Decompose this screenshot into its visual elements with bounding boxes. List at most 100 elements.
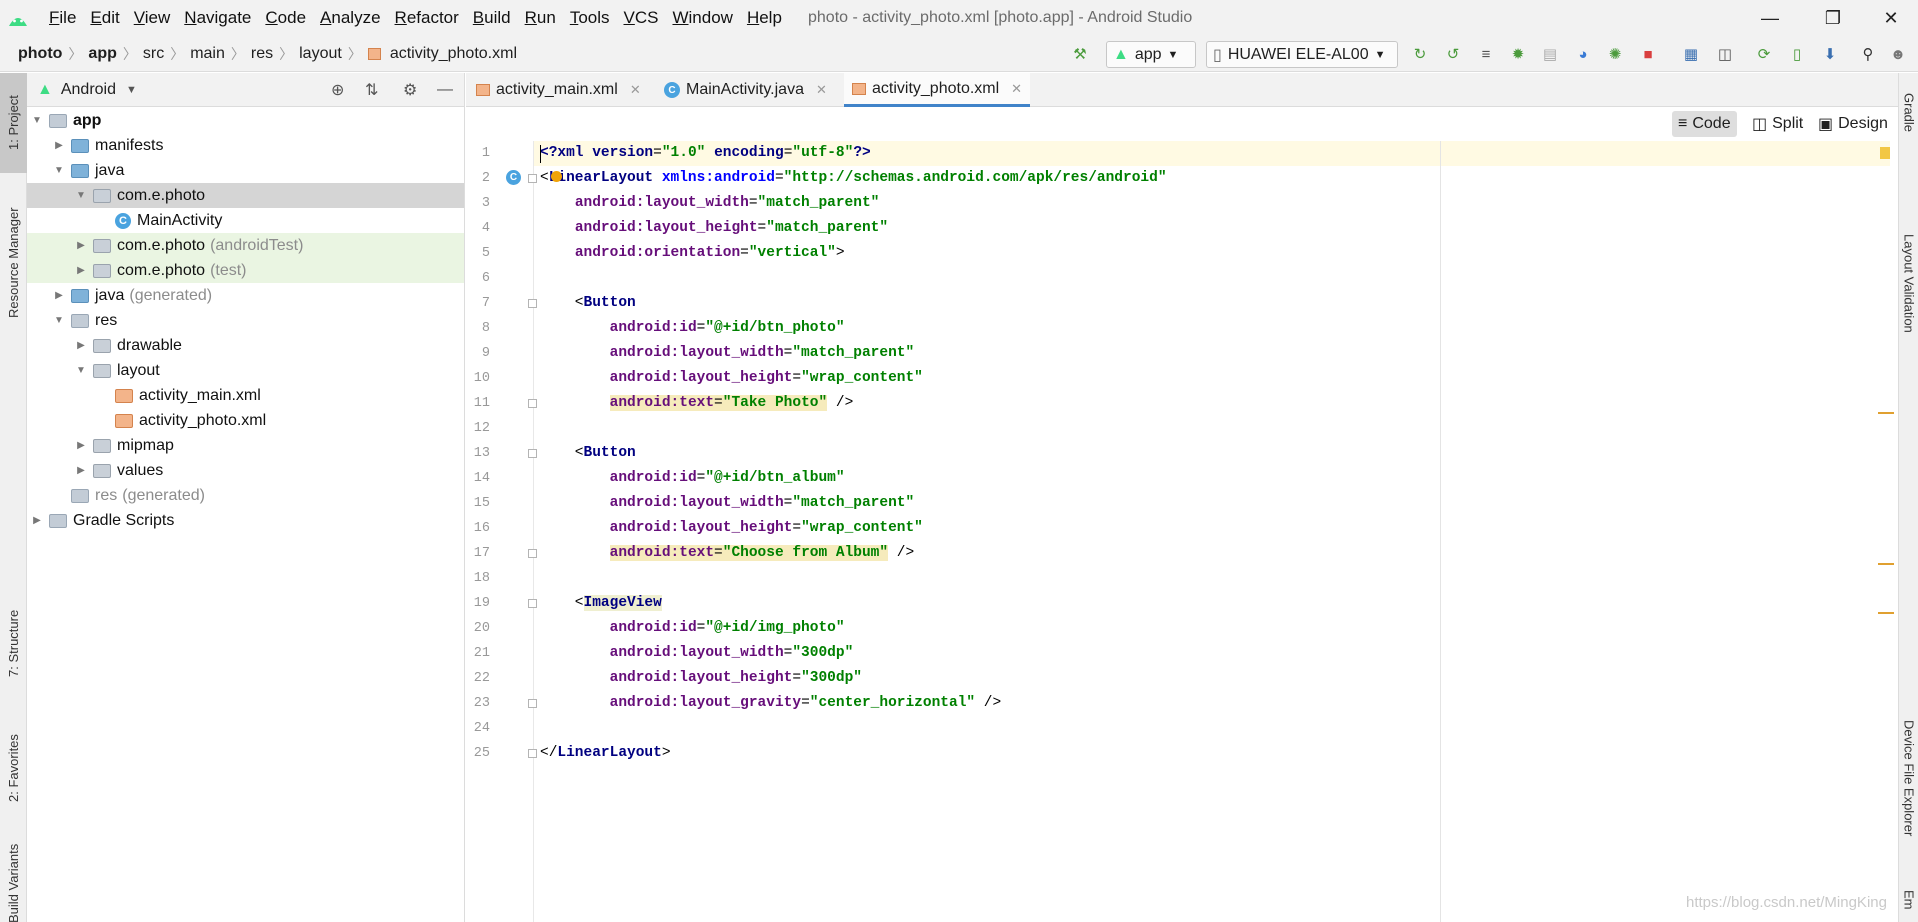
collapsed-arrow-icon[interactable]: ▶: [75, 465, 87, 476]
tab-favorites[interactable]: 2: Favorites: [0, 713, 27, 823]
avd-manager-icon[interactable]: ▯: [1787, 45, 1807, 63]
menu-item-refactor[interactable]: Refactor: [388, 8, 466, 28]
menu-item-run[interactable]: Run: [518, 8, 563, 28]
warning-marker[interactable]: [1878, 412, 1894, 414]
menu-item-code[interactable]: Code: [258, 8, 313, 28]
close-tab-icon[interactable]: ✕: [1011, 81, 1022, 97]
tab-build-variants[interactable]: Build Variants: [0, 843, 27, 922]
tree-item[interactable]: activity_main.xml: [27, 383, 464, 408]
account-icon[interactable]: ☻: [1888, 45, 1908, 63]
close-tab-icon[interactable]: ✕: [816, 82, 827, 98]
menu-item-analyze[interactable]: Analyze: [313, 8, 387, 28]
tree-item[interactable]: ▶ com.e.photo (test): [27, 258, 464, 283]
hide-icon[interactable]: —: [437, 81, 453, 99]
warning-marker[interactable]: [1878, 563, 1894, 565]
tree-item[interactable]: ▼ res: [27, 308, 464, 333]
menu-item-navigate[interactable]: Navigate: [177, 8, 258, 28]
debug-icon[interactable]: ✹: [1508, 45, 1528, 63]
tree-item[interactable]: ▼ layout: [27, 358, 464, 383]
warning-marker[interactable]: [1878, 612, 1894, 614]
apply-code-changes-icon[interactable]: ↺: [1443, 45, 1463, 63]
breadcrumb-item[interactable]: layout: [295, 45, 346, 63]
menu-item-view[interactable]: View: [127, 8, 178, 28]
stop-icon[interactable]: ■: [1638, 45, 1658, 63]
minimize-button[interactable]: —: [1747, 0, 1793, 36]
intention-bulb-icon[interactable]: [551, 171, 562, 182]
collapsed-arrow-icon[interactable]: ▶: [75, 340, 87, 351]
tree-item[interactable]: ▶ com.e.photo (androidTest): [27, 233, 464, 258]
run-config-select[interactable]: ▲ app ▼: [1106, 41, 1196, 68]
tab-structure[interactable]: 7: Structure: [0, 593, 27, 693]
menu-item-vcs[interactable]: VCS: [617, 8, 666, 28]
menu-item-file[interactable]: File: [42, 8, 83, 28]
gear-icon[interactable]: ⚙: [403, 80, 417, 100]
tree-item[interactable]: ▶ mipmap: [27, 433, 464, 458]
expanded-arrow-icon[interactable]: ▼: [53, 165, 65, 176]
code-editor[interactable]: <?xml version="1.0" encoding="utf-8"?> <L…: [534, 141, 1890, 922]
close-tab-icon[interactable]: ✕: [630, 82, 641, 98]
tree-item[interactable]: ▶ Gradle Scripts: [27, 508, 464, 533]
tree-item[interactable]: ▼ app: [27, 108, 464, 133]
breadcrumb-item[interactable]: activity_photo.xml: [386, 45, 521, 63]
menu-item-build[interactable]: Build: [466, 8, 518, 28]
menu-item-edit[interactable]: Edit: [83, 8, 126, 28]
device-select[interactable]: ▯ HUAWEI ELE-AL00 ▼: [1206, 41, 1398, 68]
sync-gradle-icon[interactable]: ⟳: [1754, 45, 1774, 63]
attach-debugger-icon[interactable]: ▤: [1540, 45, 1560, 63]
menu-item-help[interactable]: Help: [740, 8, 789, 28]
project-structure-icon[interactable]: ▦: [1681, 45, 1701, 63]
expanded-arrow-icon[interactable]: ▼: [31, 115, 43, 126]
terminal-icon[interactable]: ◫: [1715, 45, 1735, 63]
tab-mainactivity-java[interactable]: C MainActivity.java ✕: [656, 73, 835, 107]
chevron-down-icon[interactable]: ▼: [126, 84, 137, 96]
inspection-indicator[interactable]: [1880, 147, 1890, 159]
menu-item-tools[interactable]: Tools: [563, 8, 617, 28]
tab-project[interactable]: 1: Project: [0, 73, 27, 173]
tab-emulator[interactable]: Em: [1899, 878, 1918, 922]
tree-item[interactable]: ▶ java (generated): [27, 283, 464, 308]
breadcrumb-item[interactable]: photo: [14, 45, 66, 63]
expanded-arrow-icon[interactable]: ▼: [75, 190, 87, 201]
expanded-arrow-icon[interactable]: ▼: [75, 365, 87, 376]
collapsed-arrow-icon[interactable]: ▶: [75, 265, 87, 276]
collapsed-arrow-icon[interactable]: ▶: [53, 290, 65, 301]
tab-layout-validation[interactable]: Layout Validation: [1899, 183, 1918, 383]
tree-item[interactable]: activity_photo.xml: [27, 408, 464, 433]
tab-resource-manager[interactable]: Resource Manager: [0, 183, 27, 343]
related-class-icon[interactable]: C: [506, 170, 521, 185]
design-mode-button[interactable]: ▣ Design: [1812, 111, 1894, 137]
collapsed-arrow-icon[interactable]: ▶: [31, 515, 43, 526]
breadcrumb-item[interactable]: main: [186, 45, 229, 63]
attach-process-icon[interactable]: ✺: [1605, 45, 1625, 63]
code-mode-button[interactable]: ≡ Code: [1672, 111, 1737, 137]
project-view-select[interactable]: Android: [61, 81, 116, 99]
sdk-manager-icon[interactable]: ⬇: [1820, 45, 1840, 63]
tree-item[interactable]: ▼ com.e.photo: [27, 183, 464, 208]
collapsed-arrow-icon[interactable]: ▶: [53, 140, 65, 151]
breadcrumb-item[interactable]: src: [139, 45, 168, 63]
tab-device-file-explorer[interactable]: Device File Explorer: [1899, 693, 1918, 863]
menu-item-window[interactable]: Window: [665, 8, 739, 28]
locate-icon[interactable]: ⊕: [331, 80, 344, 100]
tab-activity-main-xml[interactable]: activity_main.xml ✕: [468, 73, 649, 107]
tree-item[interactable]: ▶ drawable: [27, 333, 464, 358]
tree-item[interactable]: res (generated): [27, 483, 464, 508]
breadcrumb-item[interactable]: app: [84, 45, 120, 63]
profile-icon[interactable]: ◕: [1573, 45, 1593, 63]
tree-item[interactable]: ▶ values: [27, 458, 464, 483]
expanded-arrow-icon[interactable]: ▼: [53, 315, 65, 326]
tab-activity-photo-xml[interactable]: activity_photo.xml ✕: [844, 73, 1031, 107]
logcat-icon[interactable]: ≡: [1476, 45, 1496, 63]
collapsed-arrow-icon[interactable]: ▶: [75, 240, 87, 251]
breadcrumb-item[interactable]: res: [247, 45, 277, 63]
close-button[interactable]: ✕: [1868, 0, 1914, 36]
restore-button[interactable]: ❐: [1810, 0, 1856, 36]
collapsed-arrow-icon[interactable]: ▶: [75, 440, 87, 451]
tab-gradle[interactable]: Gradle: [1899, 73, 1918, 153]
split-mode-button[interactable]: ◫ Split: [1746, 111, 1809, 137]
search-icon[interactable]: ⚲: [1858, 45, 1878, 63]
apply-changes-icon[interactable]: ↻: [1410, 45, 1430, 63]
collapse-icon[interactable]: ⇅: [365, 80, 378, 100]
build-hammer-icon[interactable]: ⚒: [1070, 45, 1090, 63]
tree-item[interactable]: C MainActivity: [27, 208, 464, 233]
